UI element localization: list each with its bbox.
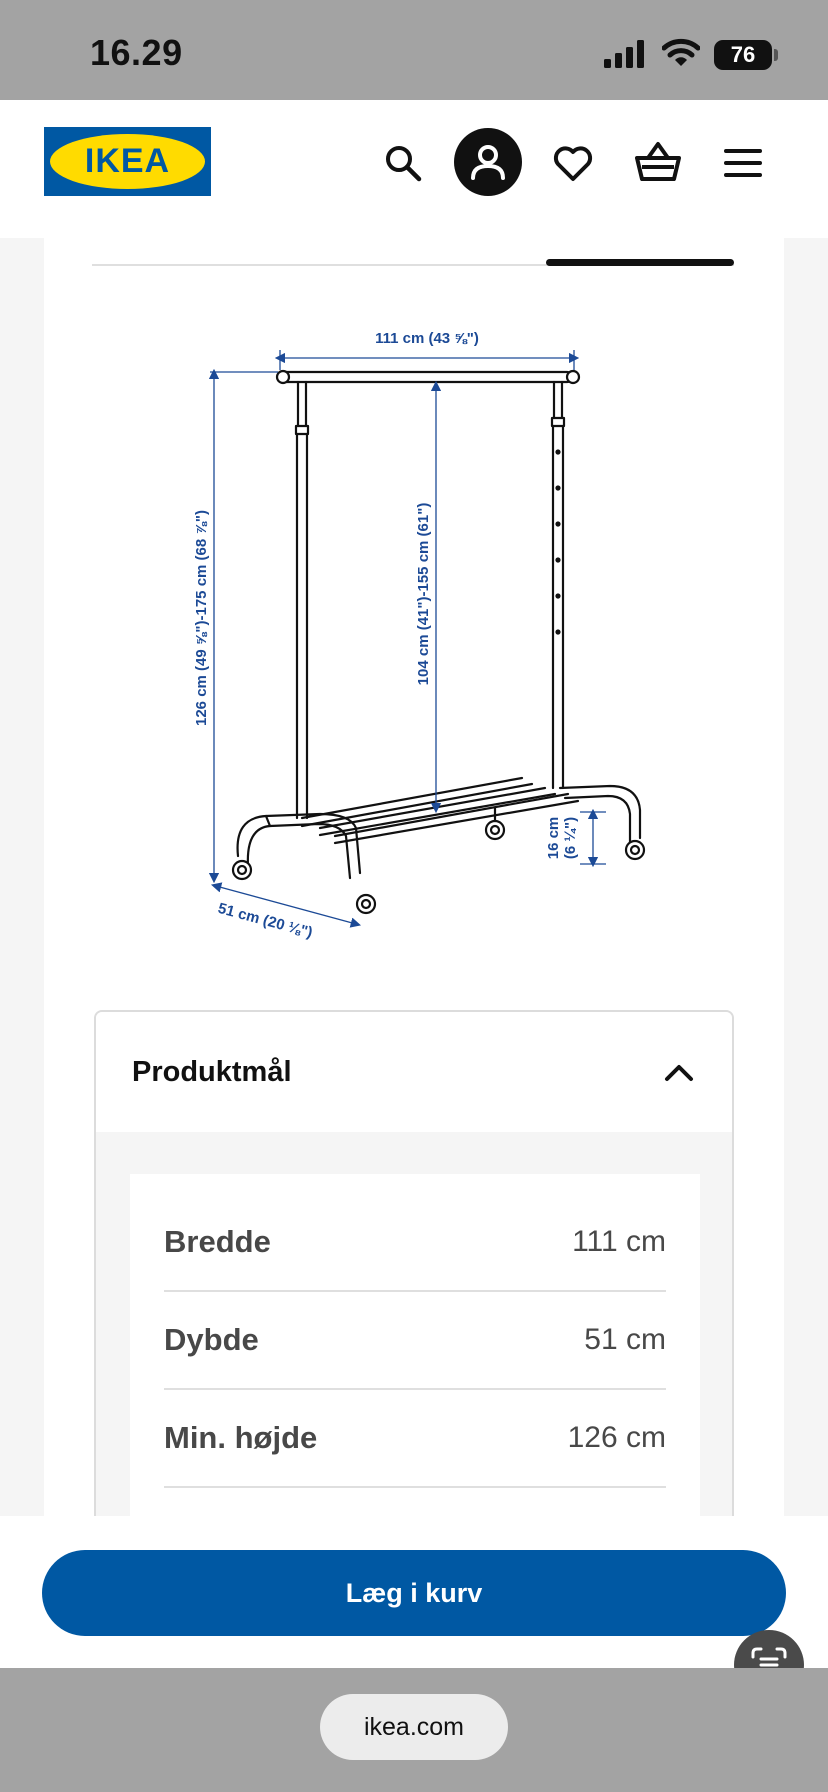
dimension-value: 51 cm [584, 1323, 666, 1356]
add-to-cart-button[interactable]: Læg i kurv [42, 1550, 786, 1636]
browser-toolbar: ikea.com [0, 1668, 828, 1792]
dimension-value: 126 cm [567, 1421, 666, 1454]
hanging-height-dimension-label: 104 cm (41")-155 cm (61") [415, 503, 432, 686]
url-bar[interactable]: ikea.com [320, 1694, 508, 1760]
dimension-key: Dybde [164, 1322, 259, 1357]
battery-nub [774, 49, 778, 61]
battery-indicator: 76 [714, 40, 772, 70]
dimension-row-width: Bredde 111 cm [164, 1194, 666, 1292]
site-header: IKEA [0, 100, 828, 238]
shelf-height-dimension-label-inch: (6 ¼") [562, 817, 579, 859]
menu-icon[interactable] [718, 138, 768, 188]
search-icon[interactable] [378, 138, 428, 188]
product-dimensions-accordion: Produktmål Bredde 111 cm Dybde 51 cm Min… [94, 1010, 734, 1530]
height-range-dimension-label: 126 cm (49 ⅝")-175 cm (68 ⅞") [193, 510, 210, 726]
accordion-title: Produktmål [132, 1055, 292, 1088]
product-dimension-diagram: 111 cm (43 ⅝") 126 cm (49 ⅝")-175 cm (68… [170, 318, 740, 958]
shelf-height-dimension-label: 16 cm [545, 817, 562, 860]
clothes-rack-illustration: 111 cm (43 ⅝") 126 cm (49 ⅝")-175 cm (68… [193, 330, 646, 942]
status-bar: 16.29 76 [0, 0, 828, 100]
dimension-row-min-height: Min. højde 126 cm [164, 1390, 666, 1488]
chevron-up-icon[interactable] [664, 1062, 694, 1082]
accordion-header[interactable]: Produktmål [96, 1012, 732, 1132]
add-to-cart-label: Læg i kurv [345, 1577, 483, 1608]
dimension-row-depth: Dybde 51 cm [164, 1292, 666, 1390]
logo-text: IKEA [84, 142, 171, 180]
dimension-key: Min. højde [164, 1420, 318, 1455]
cart-icon[interactable] [632, 136, 684, 188]
ikea-logo[interactable]: IKEA [44, 127, 211, 196]
depth-dimension-label: 51 cm (20 ⅛") [216, 900, 314, 942]
logo-oval: IKEA [50, 134, 205, 189]
heart-icon[interactable] [548, 138, 598, 188]
tab-active-indicator[interactable] [546, 259, 734, 266]
width-dimension-label: 111 cm (43 ⅝") [375, 330, 479, 347]
dimension-value: 111 cm [572, 1225, 666, 1258]
dimension-key: Bredde [164, 1224, 271, 1259]
status-time: 16.29 [90, 32, 183, 73]
signal-icon [604, 40, 644, 68]
dimensions-list: Bredde 111 cm Dybde 51 cm Min. højde 126… [130, 1174, 700, 1528]
sticky-add-to-cart-bar: Læg i kurv [0, 1516, 828, 1668]
wifi-icon [662, 38, 700, 66]
account-icon[interactable] [454, 128, 522, 196]
